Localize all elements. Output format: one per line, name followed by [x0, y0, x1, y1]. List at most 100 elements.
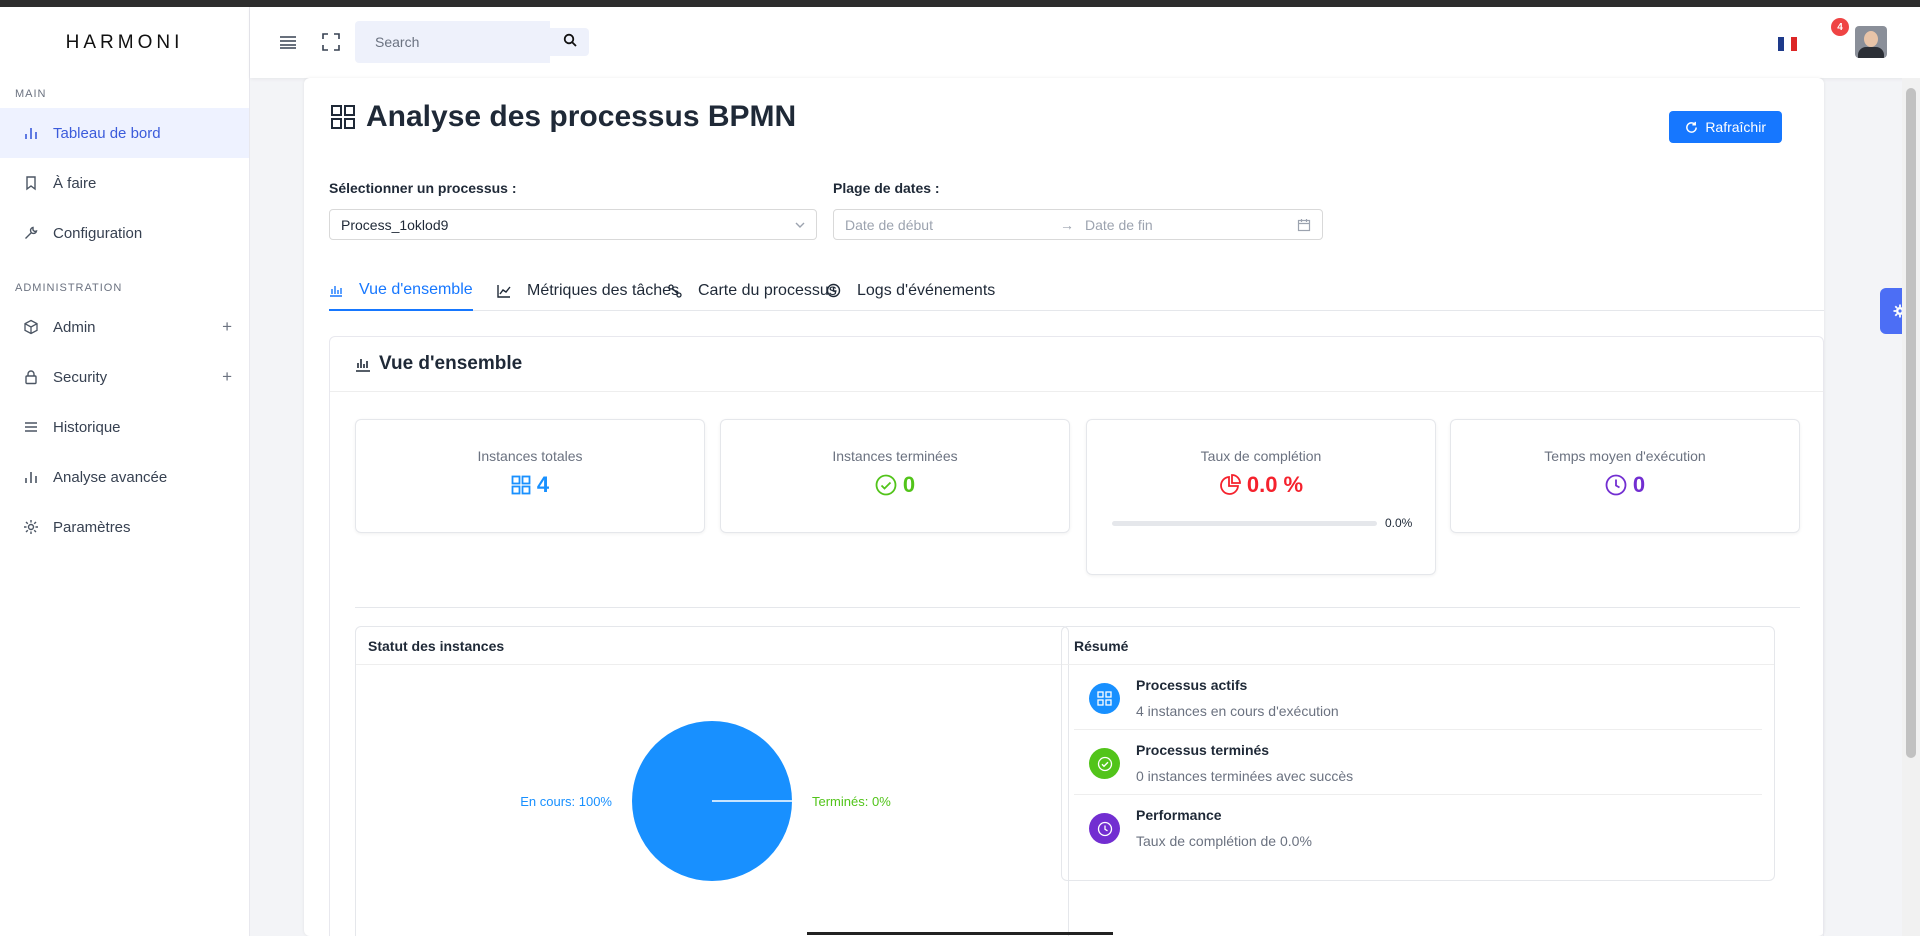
status-panel-title: Statut des instances — [356, 627, 1068, 665]
tab-logs-evenements[interactable]: Logs d'événements — [826, 270, 995, 311]
overview-card-header: Vue d'ensemble — [330, 337, 1823, 392]
tab-carte-processus[interactable]: Carte du processus — [668, 270, 837, 311]
overview-title: Vue d'ensemble — [379, 353, 523, 374]
stat-value: 0 — [1451, 472, 1799, 498]
sidebar-item-label: Historique — [53, 418, 121, 436]
sidebar-item-label: Analyse avancée — [53, 468, 168, 486]
tab-vue-ensemble[interactable]: Vue d'ensemble — [329, 270, 473, 311]
reload-icon — [1685, 121, 1698, 134]
sidebar-item-analyse-avancee[interactable]: Analyse avancée — [0, 452, 249, 502]
stat-value-text: 0.0 % — [1246, 472, 1304, 497]
date-end-input[interactable]: Date de fin — [1085, 217, 1153, 233]
search-input[interactable]: Search — [355, 21, 550, 63]
date-separator-arrow: → — [1060, 217, 1074, 233]
scrollbar-thumb[interactable] — [1906, 88, 1916, 758]
pie-chart-icon — [1219, 474, 1241, 496]
date-start-input[interactable]: Date de début — [845, 217, 933, 233]
date-range-picker[interactable]: Date de début → Date de fin — [833, 209, 1323, 240]
sidebar-item-security[interactable]: Security + — [0, 352, 249, 402]
vertical-scrollbar[interactable] — [1902, 78, 1920, 936]
expand-plus-icon[interactable]: + — [222, 367, 232, 387]
clock-icon — [1089, 813, 1120, 844]
date-range-label: Plage de dates : — [833, 180, 940, 196]
tab-label: Vue d'ensemble — [359, 280, 473, 298]
stat-card-temps-moyen: Temps moyen d'exécution 0 — [1450, 419, 1800, 533]
summary-item-title: Processus actifs — [1136, 677, 1248, 693]
avatar[interactable] — [1855, 26, 1887, 58]
summary-item-title: Processus terminés — [1136, 742, 1270, 758]
menu-toggle-icon[interactable] — [279, 34, 297, 55]
status-pie-chart: En cours: 100% Terminés: 0% — [520, 721, 891, 881]
wrench-icon — [21, 223, 41, 243]
summary-item-performance: Performance Taux de complétion de 0.0% — [1074, 795, 1762, 860]
grid-icon — [511, 475, 531, 495]
sidebar-item-a-faire[interactable]: À faire — [0, 158, 249, 208]
sidebar-item-label: Paramètres — [53, 518, 131, 536]
stat-value-text: 4 — [536, 472, 550, 497]
summary-item-processus-termines: Processus terminés 0 instances terminées… — [1074, 730, 1762, 795]
pie-slice-label: En cours: 100% — [520, 794, 612, 809]
sidebar: HARMONI MAIN Tableau de bord À faire Con… — [0, 7, 250, 936]
notification-badge[interactable]: 4 — [1831, 18, 1849, 36]
stat-value: 0.0 % — [1087, 472, 1435, 498]
check-circle-icon — [1089, 748, 1120, 779]
summary-item-desc: 4 instances en cours d'exécution — [1136, 703, 1339, 719]
stat-card-instances-totales: Instances totales 4 — [355, 419, 705, 533]
summary-panel: Résumé Processus actifs 4 instances en c… — [1061, 626, 1775, 881]
section-divider — [355, 607, 1800, 608]
completion-progress-track — [1112, 521, 1377, 526]
sidebar-item-historique[interactable]: Historique — [0, 402, 249, 452]
app-logo[interactable]: HARMONI — [0, 7, 249, 78]
top-bar: Search 4 — [250, 7, 1920, 78]
search-icon — [563, 33, 577, 52]
sidebar-item-label: Tableau de bord — [53, 124, 161, 142]
stat-card-taux-completion: Taux de complétion 0.0 % 0.0% — [1086, 419, 1436, 575]
summary-item-title: Performance — [1136, 807, 1222, 823]
expand-plus-icon[interactable]: + — [222, 317, 232, 337]
tab-label: Métriques des tâches — [527, 281, 680, 299]
stat-card-instances-terminees: Instances terminées 0 — [720, 419, 1070, 533]
tab-label: Carte du processus — [698, 281, 837, 299]
sidebar-item-configuration[interactable]: Configuration — [0, 208, 249, 258]
tab-metriques-taches[interactable]: Métriques des tâches — [497, 270, 679, 311]
dashboard-grid-icon — [330, 104, 356, 130]
list-icon — [21, 417, 41, 437]
main-content: Analyse des processus BPMN Rafraîchir Sé… — [304, 78, 1824, 936]
sidebar-section-administration: ADMINISTRATION — [15, 282, 123, 294]
page-title: Analyse des processus BPMN — [330, 100, 796, 134]
overview-card: Vue d'ensemble Instances totales 4 Insta… — [329, 336, 1824, 936]
bar-chart-icon — [21, 123, 41, 143]
search-button[interactable] — [550, 28, 589, 56]
sidebar-item-label: Configuration — [53, 224, 143, 242]
bookmark-icon — [21, 173, 41, 193]
calendar-icon — [1297, 218, 1311, 232]
sidebar-section-main: MAIN — [15, 88, 47, 100]
stat-title: Instances terminées — [832, 448, 958, 464]
stat-title: Taux de complétion — [1200, 448, 1322, 464]
clock-icon — [826, 283, 849, 298]
french-flag-icon[interactable] — [1778, 37, 1797, 51]
branches-icon — [668, 283, 690, 298]
bottom-indicator — [807, 932, 1113, 935]
summary-item-desc: 0 instances terminées avec succès — [1136, 768, 1354, 784]
bar-chart-icon — [329, 283, 351, 297]
sidebar-item-admin[interactable]: Admin + — [0, 302, 249, 352]
process-select[interactable]: Process_1oklod9 — [329, 209, 817, 240]
summary-item-processus-actifs: Processus actifs 4 instances en cours d'… — [1074, 665, 1762, 730]
pie-slice-label: Terminés: 0% — [812, 794, 891, 809]
summary-panel-title: Résumé — [1062, 627, 1774, 665]
refresh-label: Rafraîchir — [1705, 119, 1766, 135]
refresh-button[interactable]: Rafraîchir — [1669, 111, 1782, 143]
stat-value: 4 — [356, 472, 704, 498]
stat-title: Instances totales — [477, 448, 583, 464]
check-circle-icon — [875, 474, 897, 496]
summary-item-desc: Taux de complétion de 0.0% — [1136, 833, 1312, 849]
line-chart-icon — [497, 284, 519, 298]
fullscreen-icon[interactable] — [322, 33, 340, 56]
stat-value-text: 0 — [902, 472, 916, 497]
sidebar-item-label: À faire — [53, 174, 97, 192]
stat-value-text: 0 — [1632, 472, 1646, 497]
stat-value: 0 — [721, 472, 1069, 498]
sidebar-item-tableau-de-bord[interactable]: Tableau de bord — [0, 108, 249, 158]
sidebar-item-parametres[interactable]: Paramètres — [0, 502, 249, 552]
